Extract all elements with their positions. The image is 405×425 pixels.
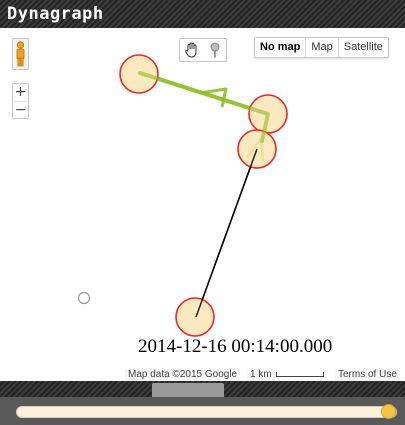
- map-canvas[interactable]: + − No map Map Satellite 2014-12-16 00:1…: [0, 28, 405, 381]
- time-slider-area: [0, 397, 405, 425]
- drawing-tools: [179, 38, 227, 62]
- timeline-strip: [0, 381, 405, 397]
- timestamp-label: 2014-12-16 00:14:00.000: [138, 336, 333, 357]
- path-line-overlay: [195, 148, 258, 318]
- empty-marker-icon[interactable]: [77, 291, 91, 305]
- scale-bar: [276, 372, 324, 377]
- zoom-in-button[interactable]: +: [13, 84, 28, 101]
- location-marker[interactable]: [175, 297, 215, 337]
- map-attribution: Map data ©2015 Google 1 km Terms of Use: [0, 368, 405, 381]
- app-title: Dynagraph: [7, 4, 104, 24]
- terms-of-use-link[interactable]: Terms of Use: [335, 369, 400, 381]
- scale-label: 1 km: [247, 369, 275, 381]
- title-bar: Dynagraph: [0, 0, 405, 28]
- pan-hand-icon[interactable]: [180, 39, 203, 61]
- time-slider-thumb[interactable]: [381, 404, 396, 419]
- map-overlay: [77, 54, 288, 337]
- map-type-no-map-button[interactable]: No map: [255, 38, 305, 57]
- marker-pin-icon[interactable]: [203, 39, 226, 61]
- time-slider-track[interactable]: [16, 406, 397, 418]
- map-data-credit: Map data ©2015 Google: [125, 369, 241, 381]
- zoom-control: + −: [12, 83, 29, 119]
- map-type-satellite-button[interactable]: Satellite: [337, 38, 388, 57]
- street-view-pegman-icon[interactable]: [12, 38, 29, 70]
- map-type-control: No map Map Satellite: [254, 37, 389, 58]
- trail-line-overlay: [138, 71, 270, 143]
- zoom-out-button[interactable]: −: [13, 102, 28, 119]
- map-type-map-button[interactable]: Map: [305, 38, 337, 57]
- timeline-drag-handle[interactable]: [152, 383, 224, 397]
